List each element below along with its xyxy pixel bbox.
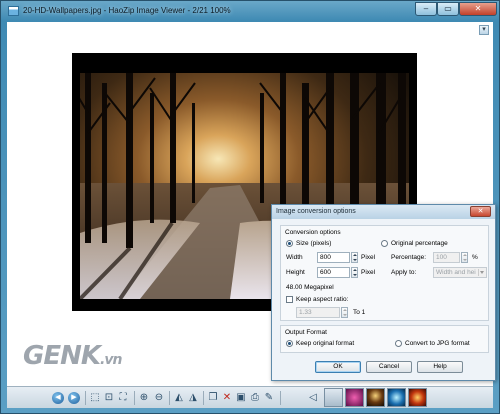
convert-jpg-radio[interactable] [395, 340, 402, 347]
original-percentage-label: Original percentage [391, 240, 448, 247]
copy-icon[interactable]: ❐ [207, 392, 219, 404]
chevron-down-icon [478, 269, 485, 276]
keep-original-label: Keep original format [296, 340, 355, 347]
fullscreen-icon[interactable]: ⛶ [117, 392, 129, 404]
toolbar-separator [85, 391, 86, 405]
toolbar-separator [134, 391, 135, 405]
image-conversion-dialog: Image conversion options ✕ Conversion op… [271, 204, 496, 381]
conversion-options-group: Conversion options Size (pixels) Origina… [280, 225, 489, 321]
keep-original-radio[interactable] [286, 340, 293, 347]
close-button[interactable]: ✕ [459, 2, 497, 16]
watermark-suffix: .vn [100, 352, 122, 368]
percentage-stepper[interactable] [461, 252, 468, 263]
conversion-options-heading: Conversion options [285, 229, 341, 236]
apply-to-value: Width and hei [436, 269, 476, 276]
toolbar-separator [203, 391, 204, 405]
height-label: Height [286, 269, 305, 276]
height-stepper[interactable] [351, 267, 358, 278]
thumbnail[interactable] [324, 388, 343, 407]
size-pixels-radio[interactable] [286, 240, 293, 247]
actual-size-icon[interactable]: ⊡ [103, 392, 115, 404]
height-unit: Pixel [361, 269, 376, 276]
watermark-logo: GENK.vn [23, 341, 122, 371]
image-viewer-window: 20-HD-Wallpapers.jpg - HaoZip Image View… [0, 0, 500, 414]
rotate-left-icon[interactable]: ◭ [173, 392, 185, 404]
output-format-heading: Output Format [285, 329, 327, 336]
previous-icon[interactable]: ◀ [52, 392, 64, 404]
help-button[interactable]: Help [417, 361, 463, 373]
scroll-left-icon[interactable]: ◁ [307, 392, 319, 404]
megapixel-readout: 48.00 Megapixel [286, 284, 334, 291]
height-input[interactable]: 600 [317, 267, 350, 278]
caption-buttons: – ▭ ✕ [415, 2, 497, 16]
percentage-label: Percentage: [391, 254, 427, 261]
width-stepper[interactable] [351, 252, 358, 263]
bottom-toolbar: ◀ ▶ ⬚ ⊡ ⛶ ⊕ ⊖ ◭ ◮ ❐ ✕ ▣ ⎙ ✎ ◁ [7, 386, 493, 408]
toolbar-separator [280, 391, 281, 405]
original-percentage-radio[interactable] [381, 240, 388, 247]
minimize-button[interactable]: – [415, 2, 437, 16]
zoom-in-icon[interactable]: ⊕ [138, 392, 150, 404]
width-unit: Pixel [361, 254, 376, 261]
expand-icon[interactable]: ▾ [479, 25, 489, 35]
apply-to-select[interactable]: Width and hei [433, 267, 487, 278]
convert-jpg-label: Convert to JPG format [405, 340, 470, 347]
thumbnail[interactable] [408, 388, 427, 407]
output-format-group: Output Format Keep original format Conve… [280, 325, 489, 353]
next-icon[interactable]: ▶ [68, 392, 80, 404]
apply-to-label: Apply to: [391, 269, 417, 276]
watermark-brand: GENK [23, 341, 101, 371]
percentage-unit: % [472, 254, 478, 261]
dialog-title: Image conversion options [276, 208, 356, 215]
thumbnail[interactable] [387, 388, 406, 407]
width-input[interactable]: 800 [317, 252, 350, 263]
width-label: Width [286, 254, 303, 261]
zoom-out-icon[interactable]: ⊖ [153, 392, 165, 404]
thumbnail[interactable] [345, 388, 364, 407]
aspect-ratio-suffix: To 1 [353, 309, 366, 316]
percentage-input[interactable]: 100 [433, 252, 460, 263]
aspect-ratio-input[interactable]: 1.33 [296, 307, 340, 318]
window-title: 20-HD-Wallpapers.jpg - HaoZip Image View… [23, 6, 231, 15]
dialog-close-button[interactable]: ✕ [470, 206, 491, 217]
title-bar[interactable]: 20-HD-Wallpapers.jpg - HaoZip Image View… [1, 1, 500, 21]
app-icon [8, 6, 19, 16]
thumbnail[interactable] [366, 388, 385, 407]
print-icon[interactable]: ⎙ [249, 392, 261, 404]
maximize-button[interactable]: ▭ [437, 2, 459, 16]
fit-window-icon[interactable]: ⬚ [89, 392, 101, 404]
size-pixels-label: Size (pixels) [296, 240, 332, 247]
slideshow-icon[interactable]: ▣ [235, 392, 247, 404]
settings-icon[interactable]: ✎ [263, 392, 275, 404]
toolbar-separator [169, 391, 170, 405]
ok-button[interactable]: OK [315, 361, 361, 373]
cancel-button[interactable]: Cancel [366, 361, 412, 373]
keep-aspect-label: Keep aspect ratio: [296, 296, 349, 303]
delete-icon[interactable]: ✕ [221, 392, 233, 404]
aspect-ratio-stepper[interactable] [341, 307, 348, 318]
dialog-title-bar[interactable]: Image conversion options ✕ [272, 205, 495, 219]
keep-aspect-checkbox[interactable] [286, 296, 293, 303]
rotate-right-icon[interactable]: ◮ [187, 392, 199, 404]
